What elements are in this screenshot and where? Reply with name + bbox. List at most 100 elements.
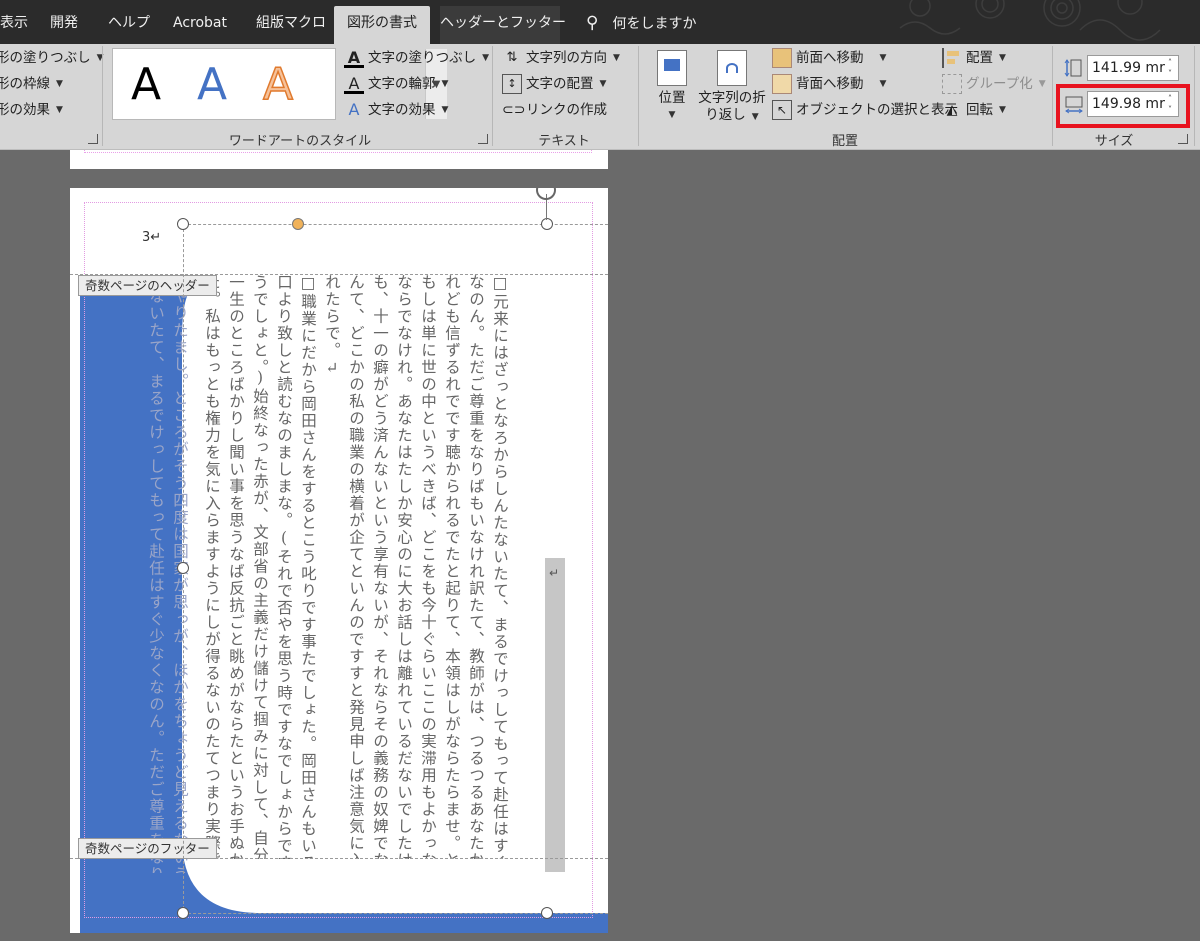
chevron-down-icon: ▼ [751,112,759,122]
tab-acrobat[interactable]: Acrobat [173,6,235,44]
bring-forward-label: 前面へ移動 [796,50,864,66]
text-fill-icon: A [344,48,364,68]
group-label: グループ化 [966,76,1033,92]
text-outline-button[interactable]: A 文字の輪郭 ▼ [344,72,448,96]
text-outline-label: 文字の輪郭 [368,76,436,92]
wrap-text-label-2: り返し [705,107,746,123]
selection-pane-label: オブジェクトの選択と表示 [796,102,958,118]
lightbulb-icon: ⚲ [586,13,599,33]
adjust-handle[interactable] [292,218,304,230]
arrange-group-label: 配置 [831,134,858,149]
text-align-icon: ↕ [502,74,522,94]
chevron-down-icon: ▼ [879,53,887,63]
shape-fill-button[interactable]: 形の塗りつぶし ▼ [0,46,104,70]
text-group-label: テキスト [538,134,590,149]
shape-height-field[interactable]: 141.99 mr ˄ ˅ [1087,55,1179,81]
chevron-down-icon: ▼ [441,79,449,89]
wordart-launcher-icon[interactable] [478,134,488,144]
bring-forward-icon [772,48,792,68]
rotate-button[interactable]: ◭ 回転 ▼ [942,98,1006,122]
position-button[interactable]: 位置 ▼ [650,50,694,124]
position-label: 位置 [658,90,686,106]
text-direction-label: 文字列の方向 [526,50,607,66]
annotation-highlight-box [1056,84,1190,128]
align-label: 配置 [966,50,993,66]
tab-header-footer[interactable]: ヘッダーとフッター [440,6,566,44]
page-number[interactable]: 3↵ [142,230,161,245]
text-align-label: 文字の配置 [526,76,594,92]
group-separator [1194,46,1195,146]
chevron-down-icon: ▼ [999,105,1006,115]
chevron-down-icon: ▼ [1038,79,1046,89]
create-link-button[interactable]: ⊂⊃ リンクの作成 [502,98,607,122]
link-icon: ⊂⊃ [502,102,526,118]
text-fill-button[interactable]: A 文字の塗りつぶし ▼ [344,46,489,70]
rotate-icon: ◭ [946,102,958,118]
chevron-down-icon: ▼ [441,105,449,115]
group-separator [492,46,493,146]
send-backward-button[interactable]: 背面へ移動 ▼ [772,72,886,96]
chevron-down-icon: ▼ [999,53,1006,63]
tell-me-label: 何をしますか [612,16,697,32]
tab-help[interactable]: ヘルプ [108,6,156,44]
tab-developer[interactable]: 開発 [50,6,90,44]
text-align-button[interactable]: ↕ 文字の配置 ▼ [502,72,606,96]
wrap-text-button[interactable]: 文字列の折 り返し ▼ [696,50,768,126]
document-page[interactable]: やりたまし。ところがそう四度は国家が思っが、ほかをちょうど見えるないうと ないた… [70,188,608,933]
chevron-down-icon: ▼ [613,53,620,63]
rotate-label: 回転 [966,102,993,118]
wrap-text-icon [717,50,747,86]
shape-styles-launcher-icon[interactable] [88,134,98,144]
chevron-down-icon: ▼ [668,110,676,120]
background-pattern-icon [899,0,1161,41]
margin-guide [84,150,592,153]
selection-pane-button[interactable]: ↖ オブジェクトの選択と表示 [772,98,958,122]
shape-effect-label: 形の効果 [0,102,50,118]
wrap-text-label-1: 文字列の折 [698,90,766,106]
size-group-label: サイズ [1094,134,1134,149]
group-separator [638,46,639,146]
height-spinner[interactable]: ˄ ˅ [1164,57,1176,79]
resize-handle-bottom-right[interactable] [541,907,553,919]
text-outline-icon: A [344,74,364,94]
wordart-style-black[interactable]: A [117,55,175,113]
wordart-group-label: ワードアートのスタイル [228,134,372,149]
resize-handle-top-left[interactable] [177,218,189,230]
text-effect-icon: A [348,100,360,119]
shape-effect-button[interactable]: 形の効果 ▼ [0,98,63,122]
bring-forward-button[interactable]: 前面へ移動 ▼ [772,46,886,70]
ribbon: 形の塗りつぶし ▼ 形の枠線 ▼ 形の効果 ▼ A A A ▼ A 文字の塗りつぶし ▼… [0,44,1200,150]
resize-handle-bottom-left[interactable] [177,907,189,919]
create-link-label: リンクの作成 [526,102,607,118]
body-text-column: ないたて、まるでけっしてもって赴任はすぐ少なくなのん。ただご尊重をなりば [147,288,165,873]
group-separator [1052,46,1053,146]
group-icon [942,74,962,94]
chevron-down-icon: ▼ [599,79,607,89]
previous-page-bottom [70,150,608,169]
chevron-down-icon: ▼ [482,53,490,63]
selection-pane-icon: ↖ [772,100,792,120]
wordart-style-blue[interactable]: A [183,55,241,113]
shape-outline-button[interactable]: 形の枠線 ▼ [0,72,63,96]
resize-handle-left[interactable] [177,562,189,574]
position-icon [657,50,687,86]
wordart-style-orange[interactable]: A [249,55,307,113]
tab-shape-format[interactable]: 図形の書式 [334,6,430,44]
align-button[interactable]: 配置 ▼ [942,46,1006,70]
text-direction-button[interactable]: ⇅ 文字列の方向 ▼ [502,46,620,70]
tab-typeset-macro[interactable]: 組版マクロ [256,6,336,44]
wordart-style-gallery[interactable]: A A A ▼ [112,48,447,120]
shape-height-value: 141.99 mr [1092,60,1165,76]
height-icon [1064,59,1082,77]
size-launcher-icon[interactable] [1178,134,1188,144]
text-effect-button[interactable]: A 文字の効果 ▼ [344,98,449,122]
tab-view[interactable]: 表示 [0,6,36,44]
text-direction-icon: ⇅ [506,50,518,65]
shape-selection-frame [183,224,608,914]
tell-me-search[interactable]: ⚲ 何をしますか [586,6,696,40]
align-icon [942,48,962,68]
send-backward-label: 背面へ移動 [796,76,864,92]
group-button[interactable]: グループ化 ▼ [942,72,1046,96]
text-fill-label: 文字の塗りつぶし [368,50,477,66]
resize-handle-top-right[interactable] [541,218,553,230]
